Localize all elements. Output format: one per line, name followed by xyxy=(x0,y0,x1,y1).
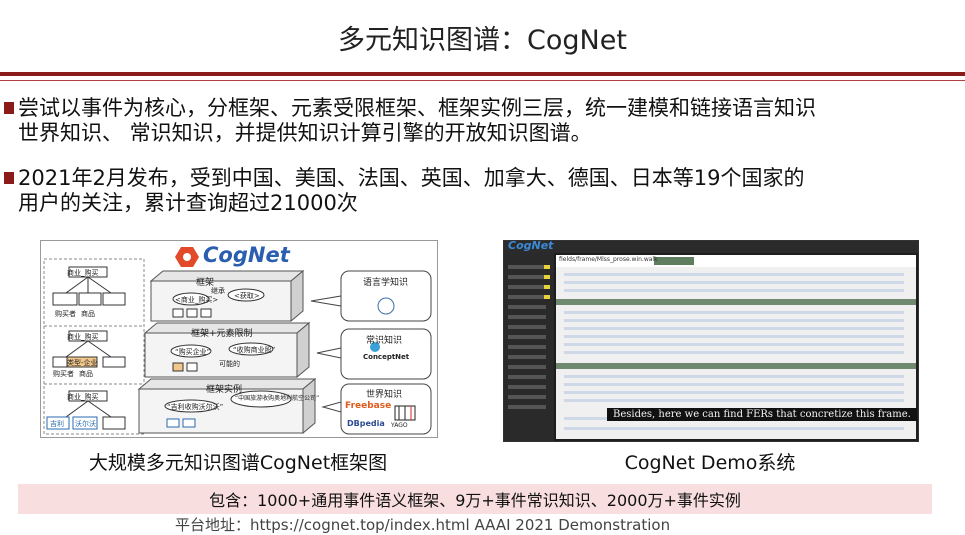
page-title: 多元知识图谱：CogNet xyxy=(338,25,627,56)
bullet-1-line-2: 世界知识、 常识知识，并提供知识计算引擎的开放知识图谱。 xyxy=(18,121,592,145)
cognet-logo-text: CogNet xyxy=(203,243,290,267)
title-divider-thin xyxy=(0,80,965,81)
bullet-1: 尝试以事件为核心，分框架、元素受限框架、框架实例三层，统一建模和链接语言知识 世… xyxy=(4,96,959,146)
logo-freebase: Freebase xyxy=(345,401,392,411)
node-buy-enterprise: “购买企业” xyxy=(175,348,211,356)
cognet-framework-figure: CogNet 商业_购买 购买者 商品 商业_购买 类型-企业 购买者 商品 商… xyxy=(40,240,438,438)
bullet-1-line-1: 尝试以事件为核心，分框架、元素受限框架、框架实例三层，统一建模和链接语言知识 xyxy=(18,96,816,120)
node-instance-2: “中国旅游收购奥地利航空公司” xyxy=(235,395,320,402)
bullet-2: 2021年2月发布，受到中国、美国、法国、英国、加拿大、德国、日本等19个国家的… xyxy=(4,166,959,216)
node-geely: 吉利 xyxy=(50,420,64,428)
node-goods-2: 商品 xyxy=(79,370,93,378)
node-frame-small: <商业_购买> xyxy=(175,296,219,304)
layer-frame-element xyxy=(144,332,298,378)
bullet-2-line-2: 用户的关注，累计查询超过21000次 xyxy=(18,191,358,215)
summary-text: 包含：1000+通用事件语义框架、9万+事件常识知识、2000万+事件实例 xyxy=(209,491,741,510)
bullet-square-icon xyxy=(4,172,14,184)
node-commerce-buy: 商业_购买 xyxy=(67,269,99,277)
layer-label-frame-element: 框架+元素限制 xyxy=(191,329,253,339)
demo-logo: CogNet xyxy=(508,239,554,252)
bullet-2-line-1: 2021年2月发布，受到中国、美国、法国、英国、加拿大、德国、日本等19个国家的 xyxy=(18,166,805,190)
logo-dbpedia: DBpedia xyxy=(347,419,385,428)
source-label-linguistic: 语言学知识 xyxy=(363,278,409,288)
node-volvo: 沃尔沃 xyxy=(75,420,96,428)
node-buyer-2: 购买者 xyxy=(53,370,74,378)
node-instance-1: “吉利收购沃尔沃” xyxy=(167,403,224,411)
source-label-world: 世界知识 xyxy=(366,390,403,400)
title-divider-thick xyxy=(0,72,965,76)
node-brand-acquire: “收购商业股” xyxy=(233,346,276,354)
node-possible: 可能的 xyxy=(219,360,240,368)
node-type-enterprise: 类型-企业 xyxy=(67,359,98,367)
node-commerce-buy-2: 商业_购买 xyxy=(67,333,99,341)
logo-conceptnet: ConceptNet xyxy=(363,353,410,361)
node-acquire: <获取> xyxy=(234,292,260,300)
left-figure-caption: 大规模多元知识图谱CogNet框架图 xyxy=(88,452,388,474)
node-commerce-buy-3: 商业_购买 xyxy=(67,393,99,401)
logo-yago: YAGO xyxy=(391,422,408,429)
node-goods: 商品 xyxy=(81,310,95,318)
bullet-square-icon xyxy=(4,102,14,114)
demo-breadcrumb: fields/frame/Mlss_prose.win.walk xyxy=(559,256,658,263)
node-inherit: 继承 xyxy=(211,287,225,295)
demo-tooltip: Besides, here we can find FERs that conc… xyxy=(607,408,917,421)
node-buyer: 购买者 xyxy=(55,310,76,318)
left-example-region xyxy=(43,258,145,435)
source-label-commonsense: 常识知识 xyxy=(366,336,403,346)
right-figure-caption: CogNet Demo系统 xyxy=(624,452,796,474)
